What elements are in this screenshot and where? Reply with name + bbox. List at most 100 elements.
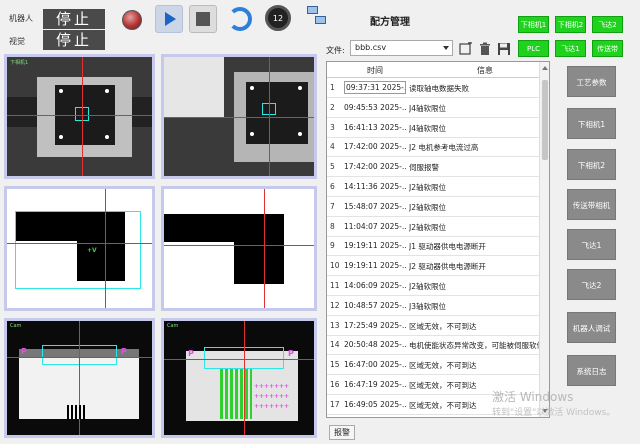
table-row[interactable]: 8 11:04:07 2025-… J2轴软限位 [327, 218, 541, 237]
row-number: 4 [330, 142, 335, 152]
row-time: 16:47:00 2025-… [344, 360, 406, 370]
robot-debug-button[interactable]: 机器人调试 [567, 312, 616, 343]
row-info: 区域无效，不可到达 [409, 321, 477, 331]
process-params-button[interactable]: 工艺参数 [567, 66, 616, 97]
table-row[interactable]: 1 09:37:31 2025-… 读取轴电数据失败 [327, 79, 541, 98]
system-log-button[interactable]: 系统日志 [567, 355, 616, 386]
row-number: 17 [330, 399, 340, 409]
save-button[interactable] [496, 41, 512, 57]
row-time: 09:37:31 2025-… [344, 81, 406, 94]
row-number: 11 [330, 281, 340, 290]
feeder1-status-button[interactable]: 飞达1 [555, 40, 586, 57]
row-info: J2轴软限位 [409, 202, 446, 212]
row-info: J2轴软限位 [409, 183, 446, 192]
table-header: 时间 信息 [327, 62, 541, 78]
cam2-status-button[interactable]: 下相机2 [555, 16, 586, 33]
camera-view-6[interactable]: PP +++++++ +++++++ +++++++ Cam [161, 318, 317, 438]
refresh-icon [228, 7, 252, 31]
table-row[interactable]: 5 17:42:00 2025-… 伺服报警 [327, 158, 541, 178]
row-info: J3轴软限位 [409, 301, 446, 311]
row-number: 5 [330, 162, 335, 172]
record-button[interactable] [118, 6, 146, 34]
table-row[interactable]: 11 14:06:09 2025-… J2轴软限位 [327, 277, 541, 296]
new-file-icon [459, 42, 472, 55]
record-icon [122, 10, 142, 30]
vision-label: 视觉 [9, 37, 25, 46]
row-time: 16:49:05 2025-… [344, 399, 406, 409]
dial-button[interactable]: 12 [264, 4, 292, 32]
table-row[interactable]: 4 17:42:00 2025-… J2 电机参考电流过高 [327, 138, 541, 158]
feeder2-button[interactable]: 飞达2 [567, 269, 616, 300]
row-number: 16 [330, 380, 340, 389]
row-number: 15 [330, 360, 340, 370]
camera-view-4[interactable] [161, 186, 317, 311]
row-info: J4轴软限位 [409, 123, 446, 133]
row-time: 10:48:57 2025-… [344, 300, 406, 310]
table-row[interactable]: 10 19:19:11 2025-… J2 驱动器供电电源断开 [327, 257, 541, 277]
camera-tag: Cam [167, 323, 179, 329]
file-label: 文件: [326, 46, 345, 55]
feeder1-button[interactable]: 飞达1 [567, 229, 616, 260]
camera-view-3[interactable]: +V [4, 186, 155, 311]
row-number: 14 [330, 340, 340, 350]
row-number: 7 [330, 201, 335, 211]
conveyor-status-button[interactable]: 传送带 [592, 40, 623, 57]
play-icon [164, 12, 176, 26]
row-time: 19:19:11 2025-… [344, 261, 406, 271]
robot-label: 机器人 [9, 14, 33, 23]
alarm-button[interactable]: 报警 [329, 425, 355, 440]
table-row[interactable]: 13 17:25:49 2025-… 区域无效，不可到达 [327, 317, 541, 336]
row-number: 1 [330, 83, 335, 92]
table-row[interactable]: 3 16:41:13 2025-… J4轴软限位 [327, 119, 541, 138]
stop-button[interactable] [189, 5, 217, 33]
row-number: 10 [330, 261, 340, 271]
table-scrollbar[interactable] [539, 62, 549, 417]
row-time: 16:41:13 2025-… [344, 122, 406, 132]
feeder2-status-button[interactable]: 飞达2 [592, 16, 623, 33]
table-row[interactable]: 2 09:45:53 2025-… J4轴软限位 [327, 99, 541, 118]
robot-state: 停止 [43, 9, 105, 29]
scroll-up-icon[interactable] [542, 66, 548, 70]
row-info: J1 驱动器供电电源断开 [409, 242, 486, 252]
delete-button[interactable] [477, 41, 493, 57]
row-time: 11:04:07 2025-… [344, 221, 406, 231]
table-row[interactable]: 15 16:47:00 2025-… 区域无效，不可到达 [327, 356, 541, 376]
refresh-button[interactable] [226, 5, 254, 33]
cam1-status-button[interactable]: 下相机1 [518, 16, 549, 33]
table-row[interactable]: 6 14:11:36 2025-… J2轴软限位 [327, 178, 541, 197]
conveyor-cam-button[interactable]: 传送带相机 [567, 189, 616, 220]
vision-state: 停止 [43, 30, 105, 50]
camera-view-1[interactable]: 下相机1 [4, 54, 155, 179]
row-number: 12 [330, 300, 340, 310]
table-row[interactable]: 7 15:48:07 2025-… J2轴软限位 [327, 198, 541, 217]
dial-value: 12 [272, 13, 284, 23]
file-select[interactable]: bbb.csv [350, 40, 453, 56]
chevron-down-icon [443, 46, 449, 50]
new-file-button[interactable] [458, 41, 474, 57]
camera-view-2[interactable] [161, 54, 317, 179]
row-info: J2 电机参考电流过高 [409, 143, 479, 153]
bottom-cam1-button[interactable]: 下相机1 [567, 108, 616, 139]
camera-view-5[interactable]: PP Cam [4, 318, 155, 438]
bottom-cam2-button[interactable]: 下相机2 [567, 149, 616, 180]
network-icon[interactable] [307, 6, 327, 26]
column-info: 信息 [477, 66, 493, 75]
save-icon [498, 43, 510, 55]
row-number: 3 [330, 122, 335, 132]
dial-icon: 12 [265, 5, 291, 31]
row-time: 17:42:00 2025-… [344, 142, 406, 152]
table-row[interactable]: 9 19:19:11 2025-… J1 驱动器供电电源断开 [327, 237, 541, 257]
windows-watermark: 激活 Windows [492, 390, 574, 404]
plc-status-button[interactable]: PLC [518, 40, 549, 57]
row-number: 6 [330, 182, 335, 191]
row-number: 2 [330, 102, 335, 112]
table-row[interactable]: 12 10:48:57 2025-… J3轴软限位 [327, 297, 541, 316]
table-row[interactable]: 14 20:50:48 2025-… 电机使能状态异常改变，可能被伺服软件 [327, 336, 541, 356]
row-info: 电机使能状态异常改变，可能被伺服软件 [409, 341, 541, 351]
run-button[interactable] [155, 5, 183, 33]
row-time: 17:42:00 2025-… [344, 162, 406, 172]
row-time: 09:45:53 2025-… [344, 102, 406, 112]
scroll-thumb[interactable] [542, 80, 548, 160]
file-select-value: bbb.csv [355, 43, 387, 52]
log-table[interactable]: 时间 信息 1 09:37:31 2025-… 读取轴电数据失败 2 09:45:53 … [326, 61, 550, 418]
